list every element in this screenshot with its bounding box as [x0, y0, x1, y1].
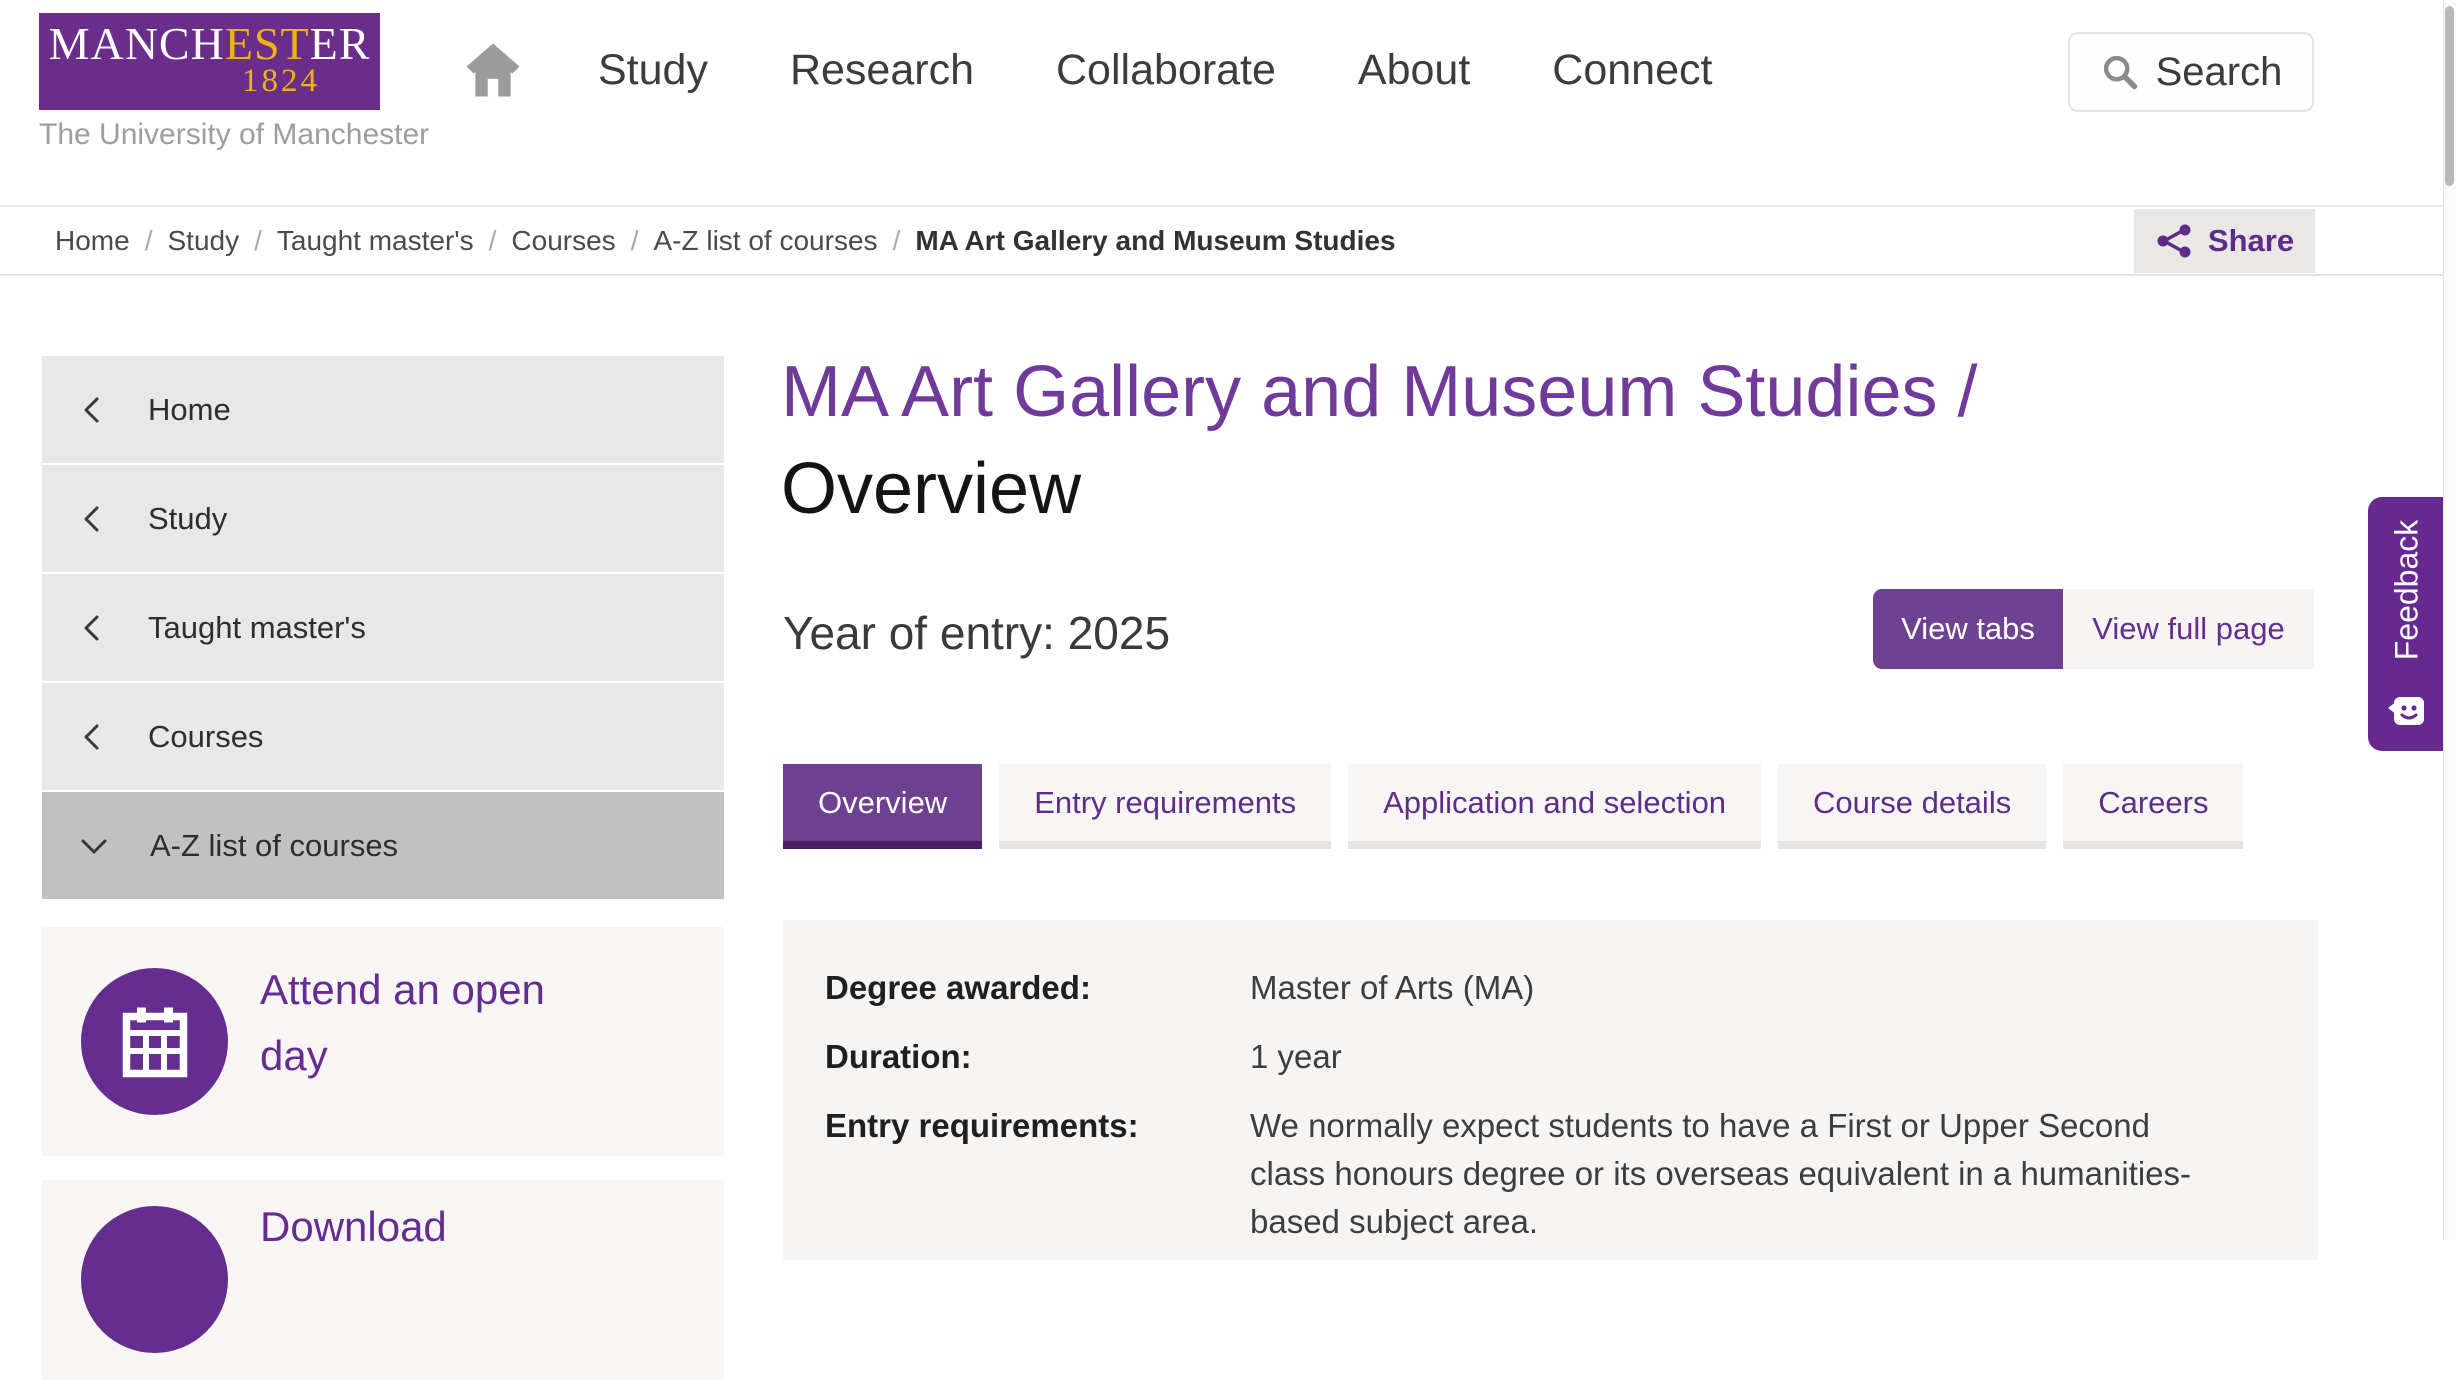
fact-label: Entry requirements:: [825, 1102, 1250, 1246]
sidebar-item-label: Home: [148, 392, 231, 428]
breadcrumb-study[interactable]: Study: [167, 225, 239, 257]
breadcrumb: Home / Study / Taught master's / Courses…: [55, 207, 1396, 274]
breadcrumb-separator: /: [254, 225, 262, 257]
sidebar-item-label: A-Z list of courses: [150, 828, 398, 864]
share-button[interactable]: Share: [2134, 209, 2315, 273]
sidebar-item-label: Study: [148, 501, 227, 537]
tab-entry-requirements[interactable]: Entry requirements: [999, 764, 1331, 849]
breadcrumb-courses[interactable]: Courses: [511, 225, 615, 257]
tab-careers[interactable]: Careers: [2063, 764, 2243, 849]
year-of-entry: Year of entry: 2025: [783, 606, 1170, 660]
sidebar-item-az-list-active[interactable]: A-Z list of courses: [42, 792, 724, 899]
sidebar-item-taught-masters[interactable]: Taught master's: [42, 574, 724, 681]
breadcrumb-taught-masters[interactable]: Taught master's: [277, 225, 474, 257]
chevron-left-icon: [78, 721, 108, 753]
calendar-badge: [81, 968, 228, 1115]
sidebar-item-study[interactable]: Study: [42, 465, 724, 572]
breadcrumb-separator: /: [631, 225, 639, 257]
fact-row: Degree awarded: Master of Arts (MA): [825, 964, 2278, 1012]
search-label: Search: [2156, 50, 2283, 95]
sidebar-item-label: Taught master's: [148, 610, 366, 646]
search-icon: [2100, 52, 2140, 92]
nav-item-collaborate[interactable]: Collaborate: [1056, 46, 1276, 95]
open-day-label: Attend an open day: [260, 957, 620, 1089]
breadcrumb-bar: Home / Study / Taught master's / Courses…: [0, 205, 2456, 276]
logo-wordmark: MANCHESTER: [39, 20, 380, 68]
home-nav-button[interactable]: [464, 40, 522, 100]
page-title: MA Art Gallery and Museum Studies / Over…: [781, 344, 1978, 538]
open-day-card[interactable]: Attend an open day: [42, 927, 724, 1156]
logo-tagline: The University of Manchester: [39, 118, 429, 152]
nav-item-connect[interactable]: Connect: [1552, 46, 1712, 95]
view-full-page-button[interactable]: View full page: [2063, 589, 2314, 669]
breadcrumb-current-page: MA Art Gallery and Museum Studies: [915, 225, 1395, 257]
chevron-down-icon: [78, 831, 110, 861]
breadcrumb-az-list[interactable]: A-Z list of courses: [653, 225, 877, 257]
view-toggle: View tabs View full page: [1873, 589, 2314, 669]
sidebar-item-label: Courses: [148, 719, 263, 755]
tab-course-details[interactable]: Course details: [1778, 764, 2046, 849]
sidebar-item-courses[interactable]: Courses: [42, 683, 724, 790]
nav-item-study[interactable]: Study: [598, 46, 708, 95]
fact-value: 1 year: [1250, 1033, 1342, 1081]
fact-row: Entry requirements: We normally expect s…: [825, 1102, 2278, 1246]
download-card[interactable]: Download: [42, 1180, 724, 1380]
fact-value: Master of Arts (MA): [1250, 964, 1534, 1012]
download-badge: [81, 1206, 228, 1353]
fact-value: We normally expect students to have a Fi…: [1250, 1102, 2195, 1246]
breadcrumb-home[interactable]: Home: [55, 225, 130, 257]
feedback-smiley-icon: [2385, 689, 2429, 733]
logo-year: 1824: [39, 64, 380, 98]
scrollbar-thumb[interactable]: [2445, 6, 2454, 186]
chevron-left-icon: [78, 612, 108, 644]
primary-nav: Study Research Collaborate About Connect: [598, 20, 1712, 120]
tab-overview[interactable]: Overview: [783, 764, 982, 849]
sidebar-nav: Home Study Taught master's Courses A-Z l…: [42, 356, 724, 901]
course-tabs: Overview Entry requirements Application …: [783, 764, 2243, 849]
home-icon: [464, 40, 522, 100]
share-icon: [2155, 221, 2195, 261]
sidebar-item-home[interactable]: Home: [42, 356, 724, 463]
download-label: Download: [260, 1194, 620, 1260]
share-label: Share: [2208, 223, 2294, 259]
tab-application-and-selection[interactable]: Application and selection: [1348, 764, 1761, 849]
breadcrumb-separator: /: [893, 225, 901, 257]
chevron-left-icon: [78, 394, 108, 426]
chevron-left-icon: [78, 503, 108, 535]
search-button[interactable]: Search: [2068, 32, 2314, 112]
feedback-button[interactable]: Feedback: [2368, 497, 2445, 751]
breadcrumb-separator: /: [145, 225, 153, 257]
fact-label: Duration:: [825, 1033, 1250, 1081]
view-tabs-button[interactable]: View tabs: [1873, 589, 2063, 669]
nav-item-research[interactable]: Research: [790, 46, 974, 95]
feedback-label: Feedback: [2388, 520, 2425, 661]
course-facts-panel: Degree awarded: Master of Arts (MA) Dura…: [783, 920, 2318, 1260]
university-logo[interactable]: MANCHESTER 1824: [39, 13, 380, 110]
section-title: Overview: [781, 441, 1978, 538]
calendar-icon: [119, 1004, 191, 1080]
fact-label: Degree awarded:: [825, 964, 1250, 1012]
course-title: MA Art Gallery and Museum Studies /: [781, 352, 1978, 432]
breadcrumb-separator: /: [489, 225, 497, 257]
nav-item-about[interactable]: About: [1358, 46, 1470, 95]
page-scrollbar: [2443, 0, 2456, 1240]
fact-row: Duration: 1 year: [825, 1033, 2278, 1081]
